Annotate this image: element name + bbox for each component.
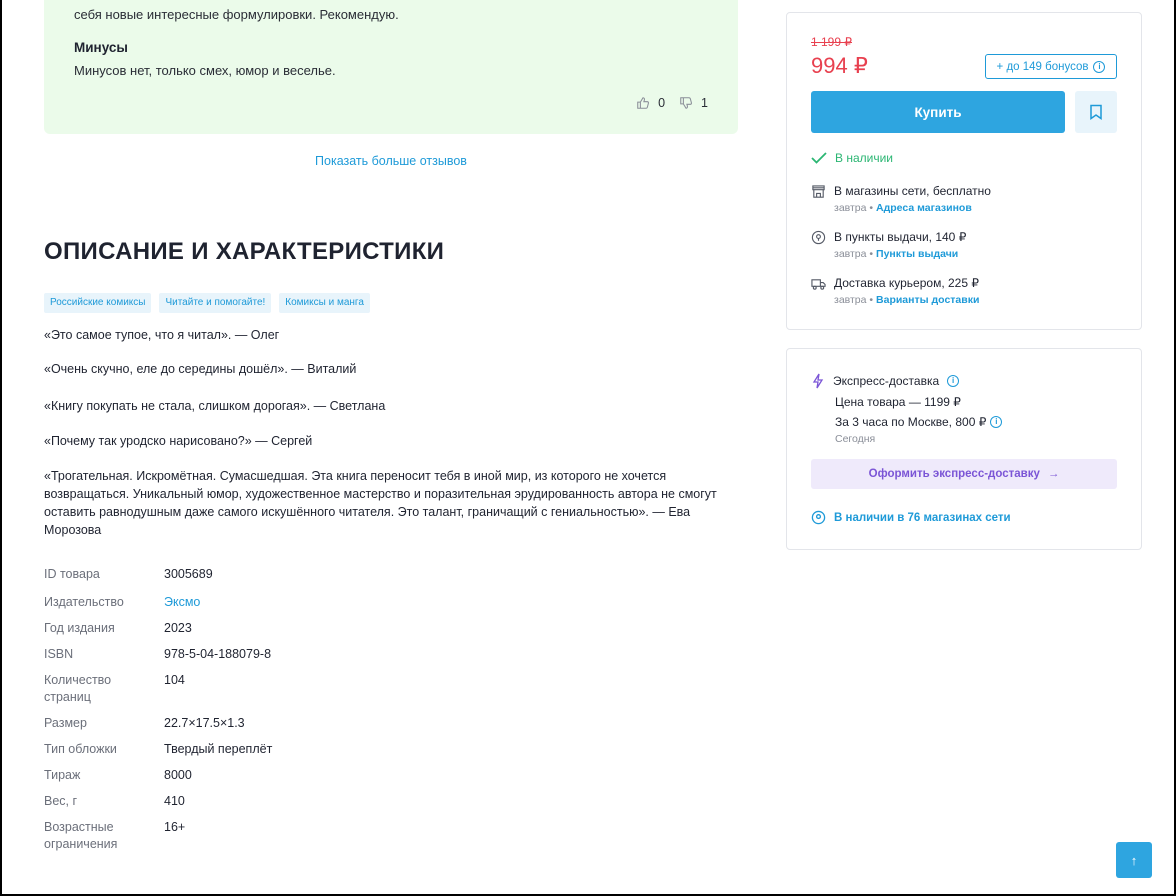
description-paragraph: «Трогательная. Искромётная. Сумасшедшая.… xyxy=(44,469,717,537)
lightning-icon xyxy=(812,373,824,389)
thumbs-up-icon xyxy=(637,97,650,109)
spec-value: 104 xyxy=(164,673,185,687)
express-moscow-text: За 3 часа по Москве, 800 ₽ xyxy=(835,415,987,429)
description-paragraph: «Очень скучно, еле до середины дошёл». —… xyxy=(44,362,357,376)
stores-availability-label: В наличии в 76 магазинах сети xyxy=(834,511,1011,524)
delivery-title: Доставка курьером, 225 ₽ xyxy=(834,276,979,290)
express-title: Экспресс-доставка xyxy=(833,374,940,388)
description-paragraph: «Книгу покупать не стала, слишком дорога… xyxy=(44,399,386,413)
delivery-option-stores: В магазины сети, бесплатно завтра • Адре… xyxy=(811,183,991,216)
bookmark-icon xyxy=(1090,104,1102,120)
spec-value: Твердый переплёт xyxy=(164,742,273,756)
check-icon xyxy=(811,152,827,164)
spec-value: 2023 xyxy=(164,621,192,635)
spec-key: Тираж xyxy=(44,768,81,782)
delivery-when: завтра xyxy=(834,202,867,214)
pin-icon xyxy=(811,510,826,525)
review-card: себя новые интересные формулировки. Реко… xyxy=(44,0,738,134)
spec-key: Вес, г xyxy=(44,794,78,808)
info-icon[interactable]: i xyxy=(990,416,1003,428)
spec-value: 16+ xyxy=(164,820,186,834)
in-stock-label: В наличии xyxy=(835,151,894,165)
spec-value: 8000 xyxy=(164,768,192,782)
delivery-option-pickup: В пункты выдачи, 140 ₽ завтра • Пункты в… xyxy=(811,229,966,262)
info-icon[interactable]: i xyxy=(947,375,960,387)
review-votes: 0 1 xyxy=(636,96,708,110)
delivery-title: В пункты выдачи, 140 ₽ xyxy=(834,230,967,244)
express-header: Экспресс-доставка i xyxy=(811,373,960,389)
spec-value: 3005689 xyxy=(164,567,213,581)
publisher-link[interactable]: Эксмо xyxy=(164,594,424,611)
show-more-reviews-link[interactable]: Показать больше отзывов xyxy=(44,154,738,168)
spec-value: 22.7×17.5×1.3 xyxy=(164,716,245,730)
bonus-label: + до 149 бонусов xyxy=(996,60,1089,73)
express-order-label: Оформить экспресс-доставку xyxy=(868,468,1040,480)
spec-key: Издательство xyxy=(44,595,124,609)
pin-icon xyxy=(811,230,826,245)
arrow-up-icon: ↑ xyxy=(1130,852,1138,868)
express-today: Сегодня xyxy=(835,433,876,445)
delivery-when: завтра xyxy=(834,294,867,306)
current-price: 994 ₽ xyxy=(811,53,868,78)
stores-availability-link[interactable]: В наличии в 76 магазинах сети xyxy=(811,510,1011,525)
tag-comics-manga[interactable]: Комиксы и манга xyxy=(279,293,370,313)
buy-button[interactable]: Купить xyxy=(811,91,1065,133)
bonus-badge[interactable]: + до 149 бонусов i xyxy=(985,54,1117,79)
store-icon xyxy=(812,185,825,198)
delivery-option-courier: Доставка курьером, 225 ₽ завтра • Вариан… xyxy=(811,275,979,308)
bookmark-button[interactable] xyxy=(1075,91,1117,133)
description-paragraph: «Это самое тупое, что я читал». — Олег xyxy=(44,328,280,342)
arrow-right-icon: → xyxy=(1047,468,1060,480)
spec-key: Год издания xyxy=(44,621,115,635)
spec-value: 410 xyxy=(164,794,185,808)
delivery-options-link[interactable]: Варианты доставки xyxy=(876,294,979,306)
delivery-when: завтра xyxy=(834,248,867,260)
review-minus-heading: Минусы xyxy=(74,40,128,55)
old-price: 1 199 ₽ xyxy=(811,35,852,49)
spec-key: ISBN xyxy=(44,647,74,661)
description-paragraph: «Почему так уродско нарисовано?» — Серге… xyxy=(44,434,313,448)
express-order-button[interactable]: Оформить экспресс-доставку → xyxy=(811,459,1117,489)
scroll-to-top-button[interactable]: ↑ xyxy=(1116,842,1152,878)
express-delivery-card: Экспресс-доставка i Цена товара — 1199 ₽… xyxy=(786,348,1142,550)
dislike-button[interactable]: 1 xyxy=(679,96,708,110)
like-button[interactable]: 0 xyxy=(636,96,665,110)
delivery-title: В магазины сети, бесплатно xyxy=(834,184,991,198)
like-count: 0 xyxy=(658,96,666,110)
store-addresses-link[interactable]: Адреса магазинов xyxy=(876,202,972,214)
spec-key: Тип обложки xyxy=(44,742,117,756)
spec-value: 978-5-04-188079-8 xyxy=(164,647,272,661)
tag-russian-comics[interactable]: Российские комиксы xyxy=(44,293,152,313)
express-moscow-line: За 3 часа по Москве, 800 ₽ i xyxy=(835,415,1003,429)
thumbs-down-icon xyxy=(680,97,693,109)
spec-key: Возрастные ограничения xyxy=(44,820,118,851)
truck-icon xyxy=(811,279,826,290)
tag-read-and-help[interactable]: Читайте и помогайте! xyxy=(159,293,272,313)
spec-key: Количество страниц xyxy=(44,673,112,704)
info-icon[interactable]: i xyxy=(1093,60,1106,73)
spec-key: ID товара xyxy=(44,567,100,581)
review-minus-text: Минусов нет, только смех, юмор и веселье… xyxy=(74,63,336,78)
pickup-points-link[interactable]: Пункты выдачи xyxy=(876,248,958,260)
tag-list: Российские комиксы Читайте и помогайте! … xyxy=(44,293,370,313)
spec-key: Размер xyxy=(44,716,87,730)
buy-card: 1 199 ₽ 994 ₽ + до 149 бонусов i Купить … xyxy=(786,12,1142,330)
section-title: ОПИСАНИЕ И ХАРАКТЕРИСТИКИ xyxy=(44,238,445,265)
dislike-count: 1 xyxy=(701,96,708,110)
review-text: себя новые интересные формулировки. Реко… xyxy=(74,7,399,22)
express-item-price: Цена товара — 1199 ₽ xyxy=(835,395,961,409)
in-stock-status: В наличии xyxy=(811,151,893,165)
